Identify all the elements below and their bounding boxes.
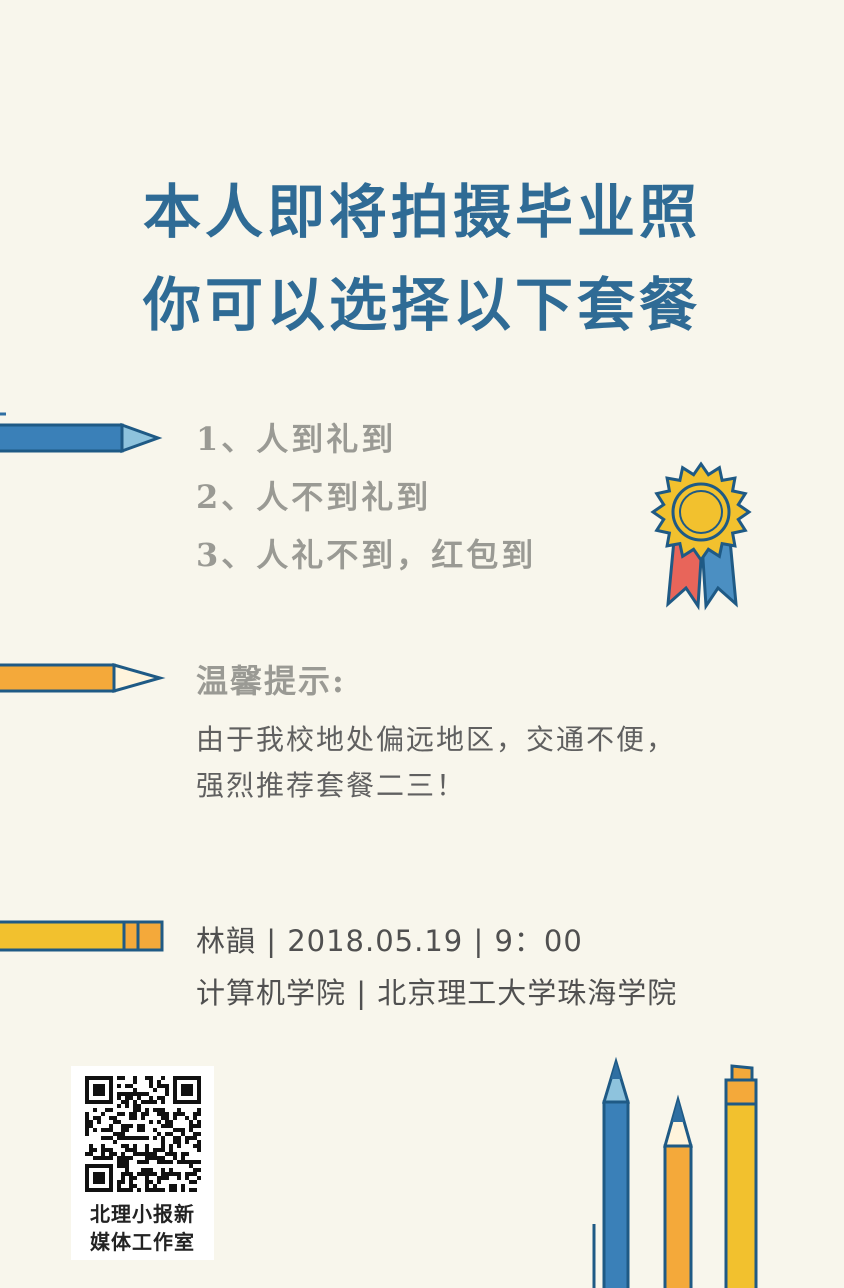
qr-caption-line-1: 北理小报新 [90, 1202, 195, 1226]
pencil-blue-icon [0, 412, 163, 454]
school-department: 计算机学院 | 北京理工大学珠海学院 [196, 976, 678, 1010]
package-option-2: 2、人不到礼到 [196, 478, 432, 516]
tip-line: 由于我校地处偏远地区，交通不便， [196, 723, 677, 756]
qr-caption-line-2: 媒体工作室 [90, 1230, 195, 1254]
qr-code-icon [85, 1076, 201, 1192]
medal-ribbon-icon [650, 461, 752, 611]
package-option-3: 3、人礼不到，红包到 [196, 536, 537, 574]
pencil-yellow-icon [0, 920, 164, 952]
author-date-time: 林韻 | 2018.05.19 | 9：00 [196, 924, 583, 958]
pencils-group-icon [592, 1056, 758, 1288]
page-title-line-2: 你可以选择以下套餐 [142, 271, 701, 339]
pencil-orange-icon [0, 663, 166, 693]
tip-title: 温馨提示: [196, 662, 346, 700]
qr-code-card: 北理小报新 媒体工作室 [71, 1066, 214, 1260]
tip-line: 强烈推荐套餐二三！ [196, 769, 467, 802]
package-option-1: 1、人到礼到 [196, 420, 397, 458]
page-title-line-1: 本人即将拍摄毕业照 [142, 178, 701, 246]
